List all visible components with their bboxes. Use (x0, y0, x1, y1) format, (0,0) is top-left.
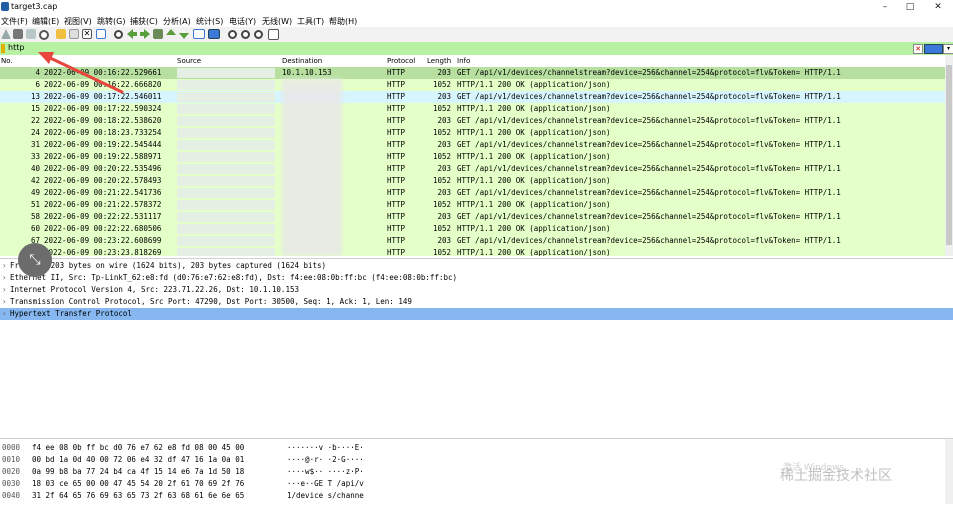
annotation-overlay (38, 52, 124, 94)
juejin-watermark: 稀土掘金技术社区 (780, 468, 892, 484)
annotation-arrow-shaft (44, 54, 124, 94)
